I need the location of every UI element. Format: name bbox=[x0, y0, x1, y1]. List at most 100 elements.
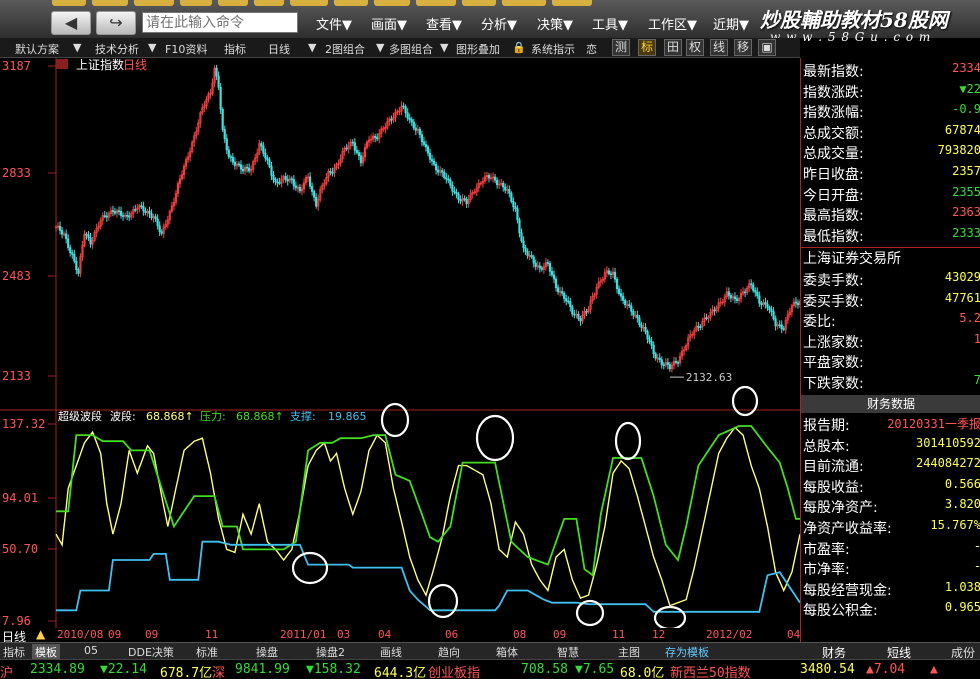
toolbar-icon-button[interactable]: ▣ bbox=[758, 39, 776, 56]
candle-body bbox=[156, 218, 159, 226]
toolbar-item[interactable]: 默认方案 bbox=[15, 41, 59, 57]
toolbar-item[interactable]: 多图组合 bbox=[389, 41, 433, 57]
candle-body bbox=[676, 362, 680, 364]
top-strip-button[interactable] bbox=[180, 0, 212, 6]
candle-body bbox=[630, 305, 633, 312]
indicator-tab[interactable]: DDE决策 bbox=[128, 644, 174, 660]
toolbar-icon-button[interactable]: 测 bbox=[612, 39, 630, 56]
menu-item[interactable]: 近期▼ bbox=[713, 14, 749, 33]
candle-body bbox=[414, 127, 417, 131]
toolbar-item[interactable]: ▼ bbox=[73, 41, 81, 54]
menu-item[interactable]: 查看▼ bbox=[426, 14, 462, 33]
toolbar-item[interactable]: 指标 bbox=[224, 41, 246, 57]
candle-body bbox=[569, 301, 572, 308]
watermark-title: 炒股輔助教材58股网 bbox=[760, 8, 948, 32]
candle-body bbox=[437, 169, 440, 173]
top-strip-button[interactable] bbox=[92, 0, 128, 6]
quote-label: 总成交额: bbox=[803, 125, 864, 142]
top-strip-button[interactable] bbox=[502, 0, 546, 6]
top-strip-button[interactable] bbox=[254, 0, 284, 6]
candle-body bbox=[420, 134, 424, 143]
top-strip-button[interactable] bbox=[462, 0, 496, 6]
indicator-tab[interactable]: 标准 bbox=[196, 644, 218, 660]
candle-body bbox=[276, 181, 279, 184]
quote-row: 报告期: 20120331一季报 bbox=[801, 414, 980, 434]
toolbar-icon-button[interactable]: 田 bbox=[664, 39, 682, 56]
toolbar-item[interactable]: ▼ bbox=[440, 41, 448, 54]
indicator-tabs: 指标 模板 05 DDE决策 标准 操盘 操盘2 画线 趋向 箱体 智慧 主图 存为模板 财务 短线 成份 bbox=[0, 642, 980, 660]
toolbar-item[interactable]: 恋 bbox=[586, 41, 597, 57]
indicator-tab[interactable]: 趋向 bbox=[438, 644, 460, 660]
toolbar-icon-button[interactable]: 线 bbox=[710, 39, 728, 56]
indicator-tab[interactable]: 操盘2 bbox=[316, 644, 345, 660]
menu-item[interactable]: 分析▼ bbox=[481, 14, 517, 33]
indicator-tab[interactable]: 操盘 bbox=[256, 644, 278, 660]
menu-item[interactable]: 工作区▼ bbox=[648, 14, 697, 33]
indicator-tab[interactable]: 智慧 bbox=[557, 644, 579, 660]
candle-body bbox=[457, 193, 460, 200]
candle-body bbox=[119, 211, 123, 216]
indicator-tab[interactable]: 指标 bbox=[3, 644, 25, 660]
toolbar-item[interactable]: ▼ bbox=[148, 41, 156, 54]
candle-body bbox=[752, 284, 755, 291]
chart-area[interactable]: 3187 2833 2483 2133 上证指数日线 2132.63 137.32 94.01… bbox=[0, 58, 800, 628]
quote-row: 平盘家数: bbox=[801, 351, 980, 371]
menu-item[interactable]: 决策▼ bbox=[537, 14, 573, 33]
indicator-tab[interactable]: 箱体 bbox=[496, 644, 518, 660]
toolbar-icon-button[interactable]: 标 bbox=[638, 39, 656, 56]
indicator-axis-label: 137.32 bbox=[2, 417, 45, 431]
quote-label: 下跌家数: bbox=[803, 376, 864, 392]
toolbar-icon-button[interactable]: 移 bbox=[734, 39, 752, 56]
quote-value: 2363 bbox=[952, 205, 980, 220]
command-input[interactable] bbox=[142, 12, 298, 33]
ticker-item: ▼158.32 bbox=[306, 662, 361, 677]
candle-body bbox=[329, 170, 332, 173]
top-strip-button[interactable] bbox=[134, 0, 174, 6]
candle-body bbox=[248, 167, 251, 172]
menu-item[interactable]: 画面▼ bbox=[371, 14, 407, 33]
indicator-tab[interactable]: 05 bbox=[84, 644, 98, 657]
candle-body bbox=[158, 225, 161, 232]
candle-body bbox=[121, 215, 125, 217]
top-strip-button[interactable] bbox=[416, 0, 456, 6]
top-strip-button[interactable] bbox=[374, 0, 410, 6]
toolbar-item[interactable]: 技术分析 bbox=[95, 41, 139, 57]
toolbar-icon-button[interactable]: 权 bbox=[686, 39, 704, 56]
top-strip-button[interactable] bbox=[334, 0, 368, 6]
chart-close-icon[interactable] bbox=[56, 59, 68, 69]
quote-value: 1 bbox=[973, 331, 980, 346]
quote-row: 最高指数: 2363 bbox=[801, 204, 980, 224]
menu-item[interactable]: 工具▼ bbox=[592, 14, 628, 33]
toolbar-item[interactable]: 🔒 bbox=[512, 41, 526, 54]
quote-row: 总成交额: 67874 bbox=[801, 122, 980, 142]
indicator-tab[interactable]: 模板 bbox=[32, 644, 60, 660]
top-strip-button[interactable] bbox=[218, 0, 248, 6]
toolbar-item[interactable]: 图形叠加 bbox=[456, 41, 500, 57]
menu-item[interactable]: 文件▼ bbox=[316, 14, 352, 33]
top-strip-button[interactable] bbox=[52, 0, 86, 6]
toolbar-item[interactable]: 系统指示 bbox=[531, 41, 575, 57]
toolbar-item[interactable]: ▼ bbox=[308, 41, 316, 54]
toolbar-item[interactable]: F10资料 bbox=[165, 41, 207, 57]
toolbar-item[interactable]: 日线 bbox=[268, 41, 290, 57]
quote-label: 每股收益: bbox=[803, 479, 864, 496]
ticker-item: 68.0亿 bbox=[620, 666, 665, 679]
candle-body bbox=[622, 296, 625, 301]
indicator-tab[interactable]: 存为模板 bbox=[665, 644, 709, 660]
toolbar-item[interactable]: ▼ bbox=[376, 41, 384, 54]
candle-body bbox=[148, 210, 151, 215]
forward-button[interactable]: ↪ bbox=[96, 11, 136, 35]
candle-body bbox=[266, 157, 269, 161]
indicator-tab[interactable]: 画线 bbox=[380, 644, 402, 660]
quote-row: 下跌家数: 7 bbox=[801, 372, 980, 392]
quote-value: 2333 bbox=[952, 225, 980, 240]
quote-value: 43029 bbox=[944, 270, 980, 284]
back-button[interactable]: ◀ bbox=[51, 11, 91, 35]
candle-body bbox=[697, 325, 700, 328]
toolbar-item[interactable]: 2图组合 bbox=[325, 41, 365, 57]
top-strip-button[interactable] bbox=[552, 0, 592, 6]
top-strip-button[interactable] bbox=[290, 0, 328, 6]
quote-value: 2334 bbox=[952, 61, 980, 75]
indicator-tab[interactable]: 主图 bbox=[618, 644, 640, 660]
candle-body bbox=[733, 296, 737, 300]
